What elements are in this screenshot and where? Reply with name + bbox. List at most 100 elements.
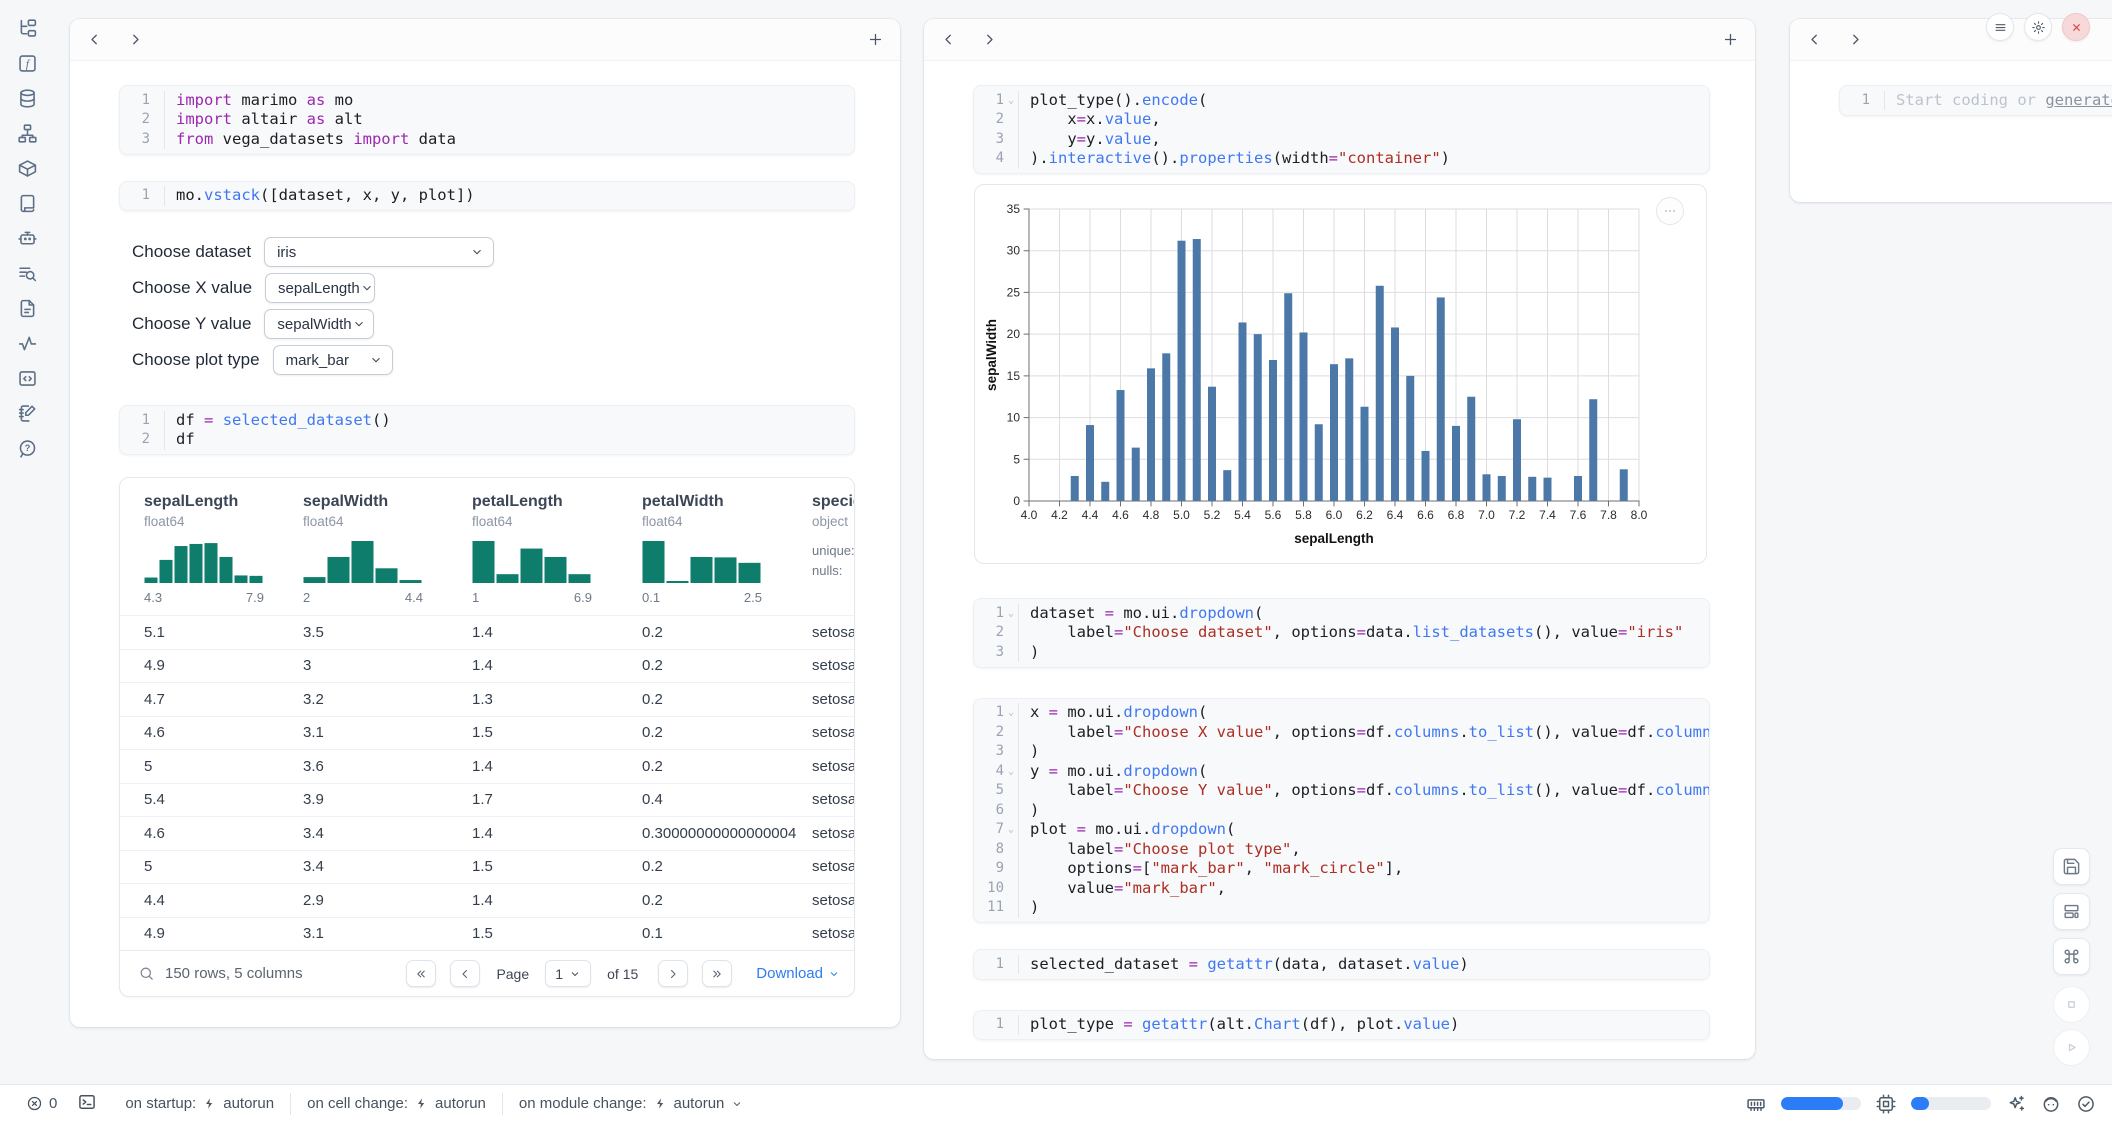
table-row[interactable]: 53.61.40.2setosa: [120, 749, 854, 783]
error-counter[interactable]: 0: [26, 1095, 57, 1112]
sidebar-package-button[interactable]: [16, 158, 38, 179]
first-page-button[interactable]: [406, 960, 436, 987]
column-header-petalLength[interactable]: petalLengthfloat6416.9: [472, 493, 642, 615]
svg-text:8.0: 8.0: [1631, 508, 1648, 522]
menu-button[interactable]: [1986, 13, 2014, 41]
add-cell-icon[interactable]: [867, 31, 884, 48]
sidebar-dependency-graph-button[interactable]: [16, 123, 38, 144]
fold-icon[interactable]: ⌄: [1004, 91, 1018, 111]
code-cell[interactable]: 1mo.vstack([dataset, x, y, plot]): [119, 181, 855, 212]
sidebar-database-button[interactable]: [16, 88, 38, 109]
choose-x-value-select[interactable]: sepalLength: [265, 273, 375, 303]
chevron-down-icon: [352, 317, 366, 331]
close-panel-button[interactable]: [2062, 13, 2090, 41]
stop-button[interactable]: [2053, 986, 2090, 1023]
line-number: 1: [974, 604, 1004, 624]
code-cell[interactable]: 1⌄plot_type().encode(2 x=x.value,3 y=y.v…: [973, 85, 1710, 174]
run-mode-setting[interactable]: on module change:autorun: [519, 1095, 743, 1112]
fold-icon[interactable]: ⌄: [1004, 820, 1018, 840]
sidebar-file-tree-button[interactable]: [16, 18, 38, 39]
code-snippet-icon: [17, 368, 38, 389]
table-row[interactable]: 5.43.91.70.4setosa: [120, 783, 854, 817]
fold-icon[interactable]: ⌄: [1004, 703, 1018, 723]
last-page-button[interactable]: [702, 960, 732, 987]
svg-text:5.6: 5.6: [1265, 508, 1282, 522]
fold-icon[interactable]: ⌄: [1004, 762, 1018, 782]
sidebar-list-search-button[interactable]: [16, 263, 38, 284]
scroll-left-icon[interactable]: [1806, 31, 1823, 48]
layout-button[interactable]: [2053, 893, 2090, 930]
play-icon: [2062, 1038, 2081, 1057]
search-icon[interactable]: [138, 965, 155, 982]
page-select[interactable]: 1: [545, 960, 591, 987]
table-cell: 5.4: [144, 791, 303, 808]
code-cell[interactable]: 1Start coding or generate with AI: [1839, 85, 2112, 116]
sidebar-chat-bot-button[interactable]: [16, 228, 38, 249]
terminal-button[interactable]: [77, 1092, 97, 1116]
download-button[interactable]: Download: [756, 965, 840, 982]
table-row[interactable]: 4.63.41.40.30000000000000004setosa: [120, 816, 854, 850]
sidebar-notebook-button[interactable]: [16, 403, 38, 424]
code-cell[interactable]: 1df = selected_dataset()2df: [119, 405, 855, 455]
table-row[interactable]: 4.63.11.50.2setosa: [120, 716, 854, 750]
code-cell[interactable]: 1selected_dataset = getattr(data, datase…: [973, 949, 1710, 980]
code-cell[interactable]: 1import marimo as mo2import altair as al…: [119, 85, 855, 155]
copilot-icon[interactable]: [2041, 1094, 2061, 1114]
connection-status-icon[interactable]: [2076, 1094, 2096, 1114]
table-row[interactable]: 4.93.11.50.1setosa: [120, 917, 854, 951]
sidebar-code-snippet-button[interactable]: [16, 368, 38, 389]
add-cell-icon[interactable]: [1722, 31, 1739, 48]
column-header-sepalLength[interactable]: sepalLengthfloat644.37.9: [144, 493, 303, 615]
column-header-petalWidth[interactable]: petalWidthfloat640.12.5: [642, 493, 812, 615]
command-palette-button[interactable]: [2053, 938, 2090, 975]
choose-plot-type-select[interactable]: mark_bar: [273, 345, 393, 375]
prev-page-button[interactable]: [450, 960, 480, 987]
altair-bar-chart[interactable]: 4.04.24.44.64.85.05.25.45.65.86.06.26.46…: [983, 193, 1699, 555]
sidebar-scroll-button[interactable]: [16, 193, 38, 214]
chevron-down-icon: [470, 245, 484, 259]
chevron-down-icon: [360, 281, 374, 295]
sidebar-activity-button[interactable]: [16, 333, 38, 354]
svg-text:6.6: 6.6: [1417, 508, 1434, 522]
scroll-right-icon[interactable]: [981, 31, 998, 48]
table-row[interactable]: 5.13.51.40.2setosa: [120, 615, 854, 649]
column-header-species[interactable]: speciesobjectunique:nulls:: [812, 493, 855, 615]
code-cell[interactable]: 1⌄x = mo.ui.dropdown(2 label="Choose X v…: [973, 698, 1710, 924]
fold-icon[interactable]: ⌄: [1004, 604, 1018, 624]
code-line: value="mark_bar",: [1018, 879, 1697, 899]
table-cell: 0.1: [642, 925, 812, 942]
choose-y-value-select[interactable]: sepalWidth: [264, 309, 374, 339]
table-cell: 0.30000000000000004: [642, 825, 812, 842]
sidebar-document-button[interactable]: [16, 298, 38, 319]
next-page-button[interactable]: [658, 960, 688, 987]
fold-spacer: [1004, 879, 1018, 899]
sidebar-f-square-button[interactable]: f: [16, 53, 38, 74]
scroll-right-icon[interactable]: [127, 31, 144, 48]
save-button[interactable]: [2053, 848, 2090, 885]
line-number: 1: [1840, 91, 1870, 111]
table-row[interactable]: 4.931.40.2setosa: [120, 649, 854, 683]
table-row[interactable]: 4.42.91.40.2setosa: [120, 883, 854, 917]
scroll-left-icon[interactable]: [940, 31, 957, 48]
table-cell: 0.2: [642, 858, 812, 875]
fold-spacer: [1004, 840, 1018, 860]
sidebar-help-button[interactable]: ?: [16, 438, 38, 459]
ai-sparkles-icon[interactable]: [2006, 1094, 2026, 1114]
scroll-right-icon[interactable]: [1847, 31, 1864, 48]
choose-dataset-select[interactable]: iris: [264, 237, 494, 267]
settings-button[interactable]: [2024, 13, 2052, 41]
code-cell[interactable]: 1plot_type = getattr(alt.Chart(df), plot…: [973, 1010, 1710, 1041]
svg-text:7.8: 7.8: [1600, 508, 1617, 522]
run-mode-setting[interactable]: on cell change:autorun: [307, 1095, 486, 1112]
table-cell: setosa: [812, 758, 855, 775]
table-cell: 3.5: [303, 624, 472, 641]
cpu-usage-bar: [1911, 1097, 1991, 1110]
run-all-button[interactable]: [2053, 1029, 2090, 1066]
scroll-left-icon[interactable]: [86, 31, 103, 48]
run-mode-setting[interactable]: on startup:autorun: [125, 1095, 274, 1112]
table-row[interactable]: 53.41.50.2setosa: [120, 850, 854, 884]
column-header-sepalWidth[interactable]: sepalWidthfloat6424.4: [303, 493, 472, 615]
code-cell[interactable]: 1⌄dataset = mo.ui.dropdown(2 label="Choo…: [973, 598, 1710, 668]
vega-actions-button[interactable]: [1656, 197, 1684, 225]
table-row[interactable]: 4.73.21.30.2setosa: [120, 682, 854, 716]
